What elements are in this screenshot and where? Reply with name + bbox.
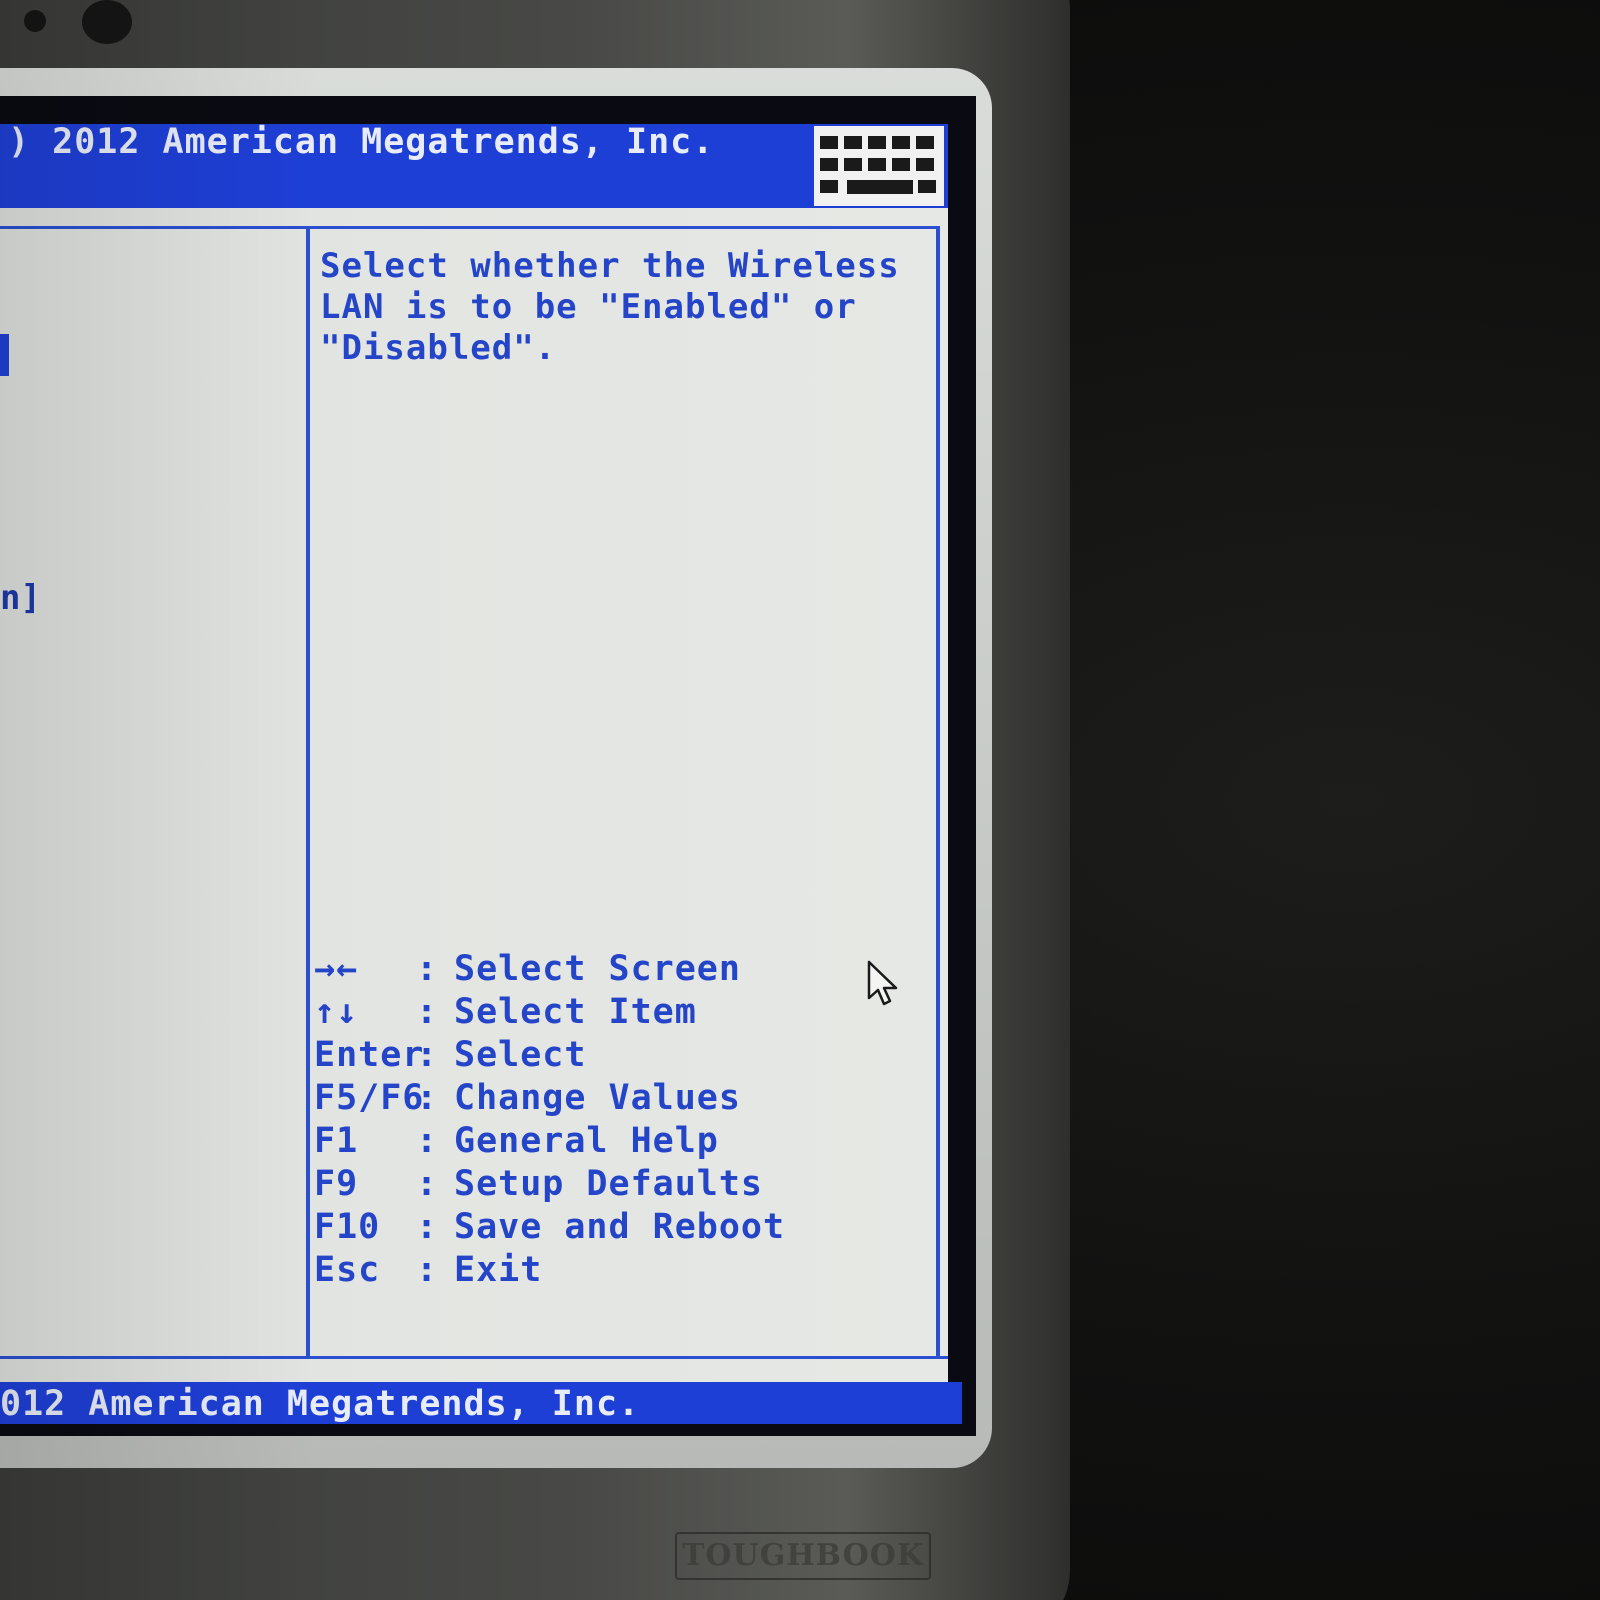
key-legend-row: Esc : Exit bbox=[314, 1249, 541, 1292]
key-separator: : bbox=[416, 1035, 438, 1075]
key-name: F10 bbox=[314, 1207, 381, 1247]
key-description: Setup Defaults bbox=[454, 1164, 764, 1204]
key-description: Change Values bbox=[454, 1078, 741, 1118]
key-separator: : bbox=[416, 992, 438, 1032]
help-line: Select whether the Wireless bbox=[320, 246, 900, 286]
keyboard-key bbox=[868, 158, 886, 171]
key-description: Select bbox=[454, 1035, 587, 1075]
keyboard-key bbox=[844, 158, 862, 171]
key-name: F1 bbox=[314, 1121, 359, 1161]
header-copyright: ) 2012 American Megatrends, Inc. bbox=[8, 122, 715, 162]
photo-scene: ) 2012 American Megatrends, Inc. n] Sele… bbox=[0, 0, 1600, 1600]
keyboard-key bbox=[820, 180, 838, 193]
keyboard-key bbox=[916, 136, 934, 149]
key-description: Select Screen bbox=[454, 949, 741, 989]
key-legend-row: ↑↓ : Select Item bbox=[314, 991, 696, 1034]
keyboard-key bbox=[892, 158, 910, 171]
help-description: Select whether the Wireless LAN is to be… bbox=[320, 246, 930, 369]
key-name: →← bbox=[314, 949, 359, 989]
keyboard-key bbox=[918, 180, 936, 193]
key-legend-row: F9 : Setup Defaults bbox=[314, 1163, 762, 1206]
keyboard-key bbox=[820, 158, 838, 171]
key-description: Select Item bbox=[454, 992, 697, 1032]
frame-bottom-border bbox=[0, 1356, 948, 1359]
keyboard-key bbox=[868, 136, 886, 149]
panel-divider bbox=[306, 228, 310, 1358]
footer-copyright: 012 American Megatrends, Inc. bbox=[0, 1384, 641, 1424]
key-legend-row: F5/F6 : Change Values bbox=[314, 1077, 740, 1120]
key-legend: →← : Select Screen ↑↓ : Select Item Ente… bbox=[314, 948, 784, 1292]
selected-item-highlight[interactable] bbox=[0, 334, 9, 376]
key-separator: : bbox=[416, 1164, 438, 1204]
key-legend-row: F1 : General Help bbox=[314, 1120, 718, 1163]
key-description: General Help bbox=[454, 1121, 719, 1161]
sensor-icon bbox=[24, 10, 46, 32]
keyboard-key bbox=[892, 136, 910, 149]
key-description: Exit bbox=[454, 1250, 543, 1290]
key-separator: : bbox=[416, 1250, 438, 1290]
frame-top-border bbox=[0, 226, 940, 229]
key-separator: : bbox=[416, 949, 438, 989]
keyboard-spacebar bbox=[847, 180, 913, 194]
key-separator: : bbox=[416, 1207, 438, 1247]
keyboard-key bbox=[844, 136, 862, 149]
key-name: F9 bbox=[314, 1164, 359, 1204]
mouse-pointer-icon bbox=[867, 960, 898, 1006]
keyboard-key bbox=[820, 136, 838, 149]
setting-value-fragment[interactable]: n] bbox=[0, 578, 41, 618]
key-legend-row: Enter : Select bbox=[314, 1034, 585, 1077]
key-separator: : bbox=[416, 1078, 438, 1118]
keyboard-key bbox=[916, 158, 934, 171]
key-legend-row: →← : Select Screen bbox=[314, 948, 740, 991]
key-description: Save and Reboot bbox=[454, 1207, 786, 1247]
frame-right-border bbox=[936, 226, 940, 1358]
toughbook-logo: TOUGHBOOK bbox=[675, 1532, 931, 1580]
help-line: "Disabled". bbox=[320, 328, 557, 368]
key-name: Enter bbox=[314, 1035, 425, 1075]
key-separator: : bbox=[416, 1121, 438, 1161]
key-name: ↑↓ bbox=[314, 992, 359, 1032]
help-line: LAN is to be "Enabled" or bbox=[320, 287, 857, 327]
key-name: F5/F6 bbox=[314, 1078, 425, 1118]
keyboard-icon[interactable] bbox=[814, 126, 944, 206]
key-legend-row: F10 : Save and Reboot bbox=[314, 1206, 784, 1249]
camera-icon bbox=[82, 0, 132, 44]
key-name: Esc bbox=[314, 1250, 381, 1290]
